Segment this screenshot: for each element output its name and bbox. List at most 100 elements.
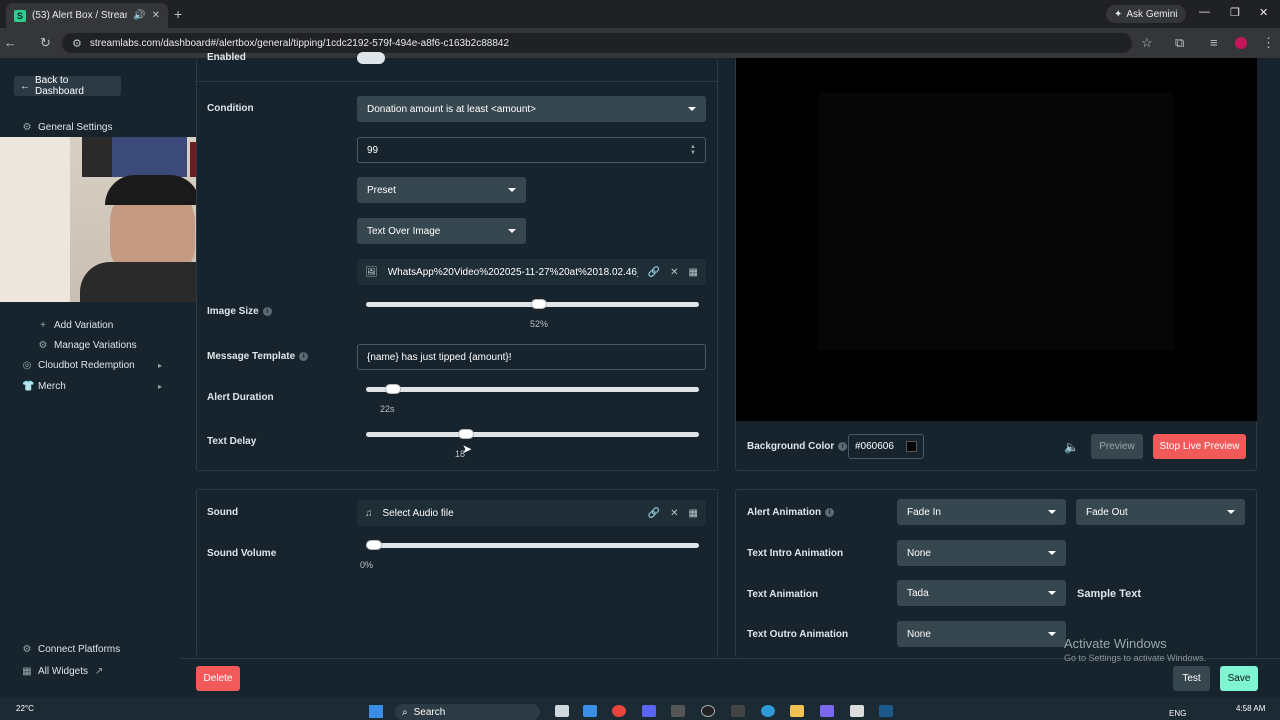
task-view-icon[interactable] (555, 705, 569, 717)
grid-icon[interactable]: ▦ (689, 267, 698, 278)
enabled-toggle[interactable] (357, 52, 385, 64)
condition-select[interactable]: Donation amount is at least <amount> (357, 96, 706, 122)
back-to-dashboard-button[interactable]: ← Back to Dashboard (14, 75, 121, 97)
message-template-input[interactable]: {name} has just tipped {amount}! (357, 344, 706, 370)
profile-avatar[interactable] (1235, 37, 1247, 49)
epic-icon[interactable] (671, 705, 685, 717)
info-icon[interactable]: i (299, 351, 309, 361)
save-button[interactable]: Save (1220, 666, 1258, 691)
slider-thumb[interactable] (366, 540, 382, 550)
enabled-label: Enabled (207, 52, 246, 63)
clock[interactable]: 4:58 AM (1236, 704, 1265, 713)
text-intro-select[interactable]: None (897, 540, 1066, 566)
app-icon[interactable] (820, 705, 834, 717)
sidebar-item-connect-platforms[interactable]: ⚙ Connect Platforms (22, 644, 121, 655)
taskbar-search[interactable]: ⌕ Search (395, 704, 540, 720)
grid-icon[interactable]: ▦ (689, 508, 698, 519)
gemini-icon: ✦ (1114, 8, 1123, 20)
alert-animation-text: Alert Animation (747, 507, 822, 518)
language-indicator[interactable]: ENG (1169, 709, 1186, 718)
sidebar-item-all-widgets[interactable]: ▦ All Widgets ↗ (22, 666, 104, 677)
fade-in-select[interactable]: Fade In (897, 499, 1066, 525)
file-explorer-icon[interactable] (790, 705, 804, 717)
discord-icon[interactable] (642, 705, 656, 717)
stop-live-preview-button[interactable]: Stop Live Preview (1153, 434, 1246, 459)
window-close-icon[interactable]: ✕ (1259, 6, 1268, 19)
remove-icon[interactable]: ✕ (670, 267, 678, 278)
url-text: streamlabs.com/dashboard#/alertbox/gener… (89, 37, 510, 49)
back-icon[interactable]: ← (4, 35, 17, 50)
ask-gemini-label: Ask Gemini (1126, 8, 1178, 20)
browser-tab[interactable]: S (53) Alert Box / Streamlabs 🔊 ✕ (6, 3, 168, 28)
chevron-down-icon (1227, 510, 1235, 514)
music-note-icon: ♫ (365, 507, 373, 519)
amount-input[interactable]: 99 ▲ ▼ (357, 137, 706, 163)
steam-icon[interactable] (879, 705, 893, 717)
menu-icon[interactable]: ⋮ (1262, 35, 1275, 51)
layout-value: Text Over Image (367, 225, 441, 237)
reload-icon[interactable]: ↻ (40, 35, 51, 51)
ask-gemini-button[interactable]: ✦ Ask Gemini (1106, 5, 1186, 23)
background-color-input[interactable]: #060606 (848, 434, 924, 459)
maximize-icon[interactable]: ❐ (1230, 6, 1240, 19)
sound-volume-slider[interactable] (366, 540, 699, 550)
info-icon[interactable]: i (838, 441, 848, 451)
info-icon[interactable]: i (825, 507, 835, 517)
sidebar-item-add-variation[interactable]: + Add Variation (38, 320, 113, 331)
color-swatch[interactable] (906, 441, 917, 452)
bookmark-star-icon[interactable]: ☆ (1141, 35, 1153, 51)
speaker-icon[interactable]: 🔊 (133, 10, 145, 21)
new-tab-button[interactable]: + (174, 6, 182, 22)
delete-button[interactable]: Delete (196, 666, 240, 691)
media-icon[interactable]: ≡ (1210, 35, 1218, 50)
preview-button[interactable]: Preview (1091, 434, 1143, 459)
obs-icon[interactable] (701, 705, 715, 717)
store-icon[interactable] (850, 705, 864, 717)
sidebar-item-cloudbot[interactable]: ◎ Cloudbot Redemption ▸ (22, 360, 162, 371)
extensions-icon[interactable]: ⧉ (1175, 35, 1184, 51)
sidebar-item-merch[interactable]: 👕 Merch ▸ (22, 381, 162, 392)
preset-select[interactable]: Preset (357, 177, 526, 203)
link-icon[interactable]: 🔗 (648, 508, 660, 519)
test-button[interactable]: Test (1173, 666, 1210, 691)
message-template-label: Message Template i (207, 351, 309, 362)
slider-thumb[interactable] (385, 384, 402, 394)
remove-icon[interactable]: ✕ (670, 508, 678, 519)
sidebar-item-general-settings[interactable]: ⚙ General Settings (22, 122, 113, 133)
chrome-icon[interactable] (612, 705, 626, 717)
text-outro-select[interactable]: None (897, 621, 1066, 647)
sidebar-item-label: General Settings (38, 122, 113, 133)
link-icon[interactable]: 🔗 (648, 267, 660, 278)
app-icon[interactable] (583, 705, 597, 717)
enabled-row: Enabled (196, 52, 718, 82)
weather-temp: 22°C (16, 704, 34, 713)
windows-start-icon[interactable] (369, 705, 383, 718)
text-animation-select[interactable]: Tada (897, 580, 1066, 606)
volume-icon[interactable]: 🔈 (1064, 440, 1079, 454)
site-info-icon[interactable]: ⚙ (72, 37, 82, 50)
sound-file-picker[interactable]: ♫ Select Audio file 🔗 ✕ ▦ (357, 500, 706, 526)
layout-select[interactable]: Text Over Image (357, 218, 526, 244)
text-delay-slider[interactable] (366, 429, 699, 439)
minimize-icon[interactable]: — (1199, 6, 1210, 18)
info-icon[interactable]: i (262, 306, 272, 316)
stepper-icon[interactable]: ▲ ▼ (690, 144, 696, 156)
edge-icon[interactable] (761, 705, 775, 717)
slider-thumb[interactable] (530, 299, 547, 309)
alert-animation-label: Alert Animation i (747, 507, 835, 518)
sidebar-item-manage-variations[interactable]: ⚙ Manage Variations (38, 340, 137, 351)
image-size-slider[interactable] (366, 299, 699, 309)
tab-close-icon[interactable]: ✕ (152, 10, 160, 21)
browser-tab-bar (0, 0, 1280, 28)
fade-out-value: Fade Out (1086, 506, 1128, 518)
text-outro-label: Text Outro Animation (747, 629, 849, 640)
app-icon[interactable] (731, 705, 745, 717)
message-template-text: Message Template (207, 351, 296, 362)
image-file-picker[interactable]: 🖼 WhatsApp%20Video%202025-11-27%20at%201… (357, 259, 706, 285)
alert-duration-slider[interactable] (366, 384, 699, 394)
address-bar[interactable]: ⚙ streamlabs.com/dashboard#/alertbox/gen… (62, 33, 1132, 53)
tab-title: (53) Alert Box / Streamlabs (32, 10, 127, 21)
chevron-down-icon (508, 229, 516, 233)
fade-out-select[interactable]: Fade Out (1076, 499, 1245, 525)
slider-thumb[interactable] (457, 429, 474, 439)
